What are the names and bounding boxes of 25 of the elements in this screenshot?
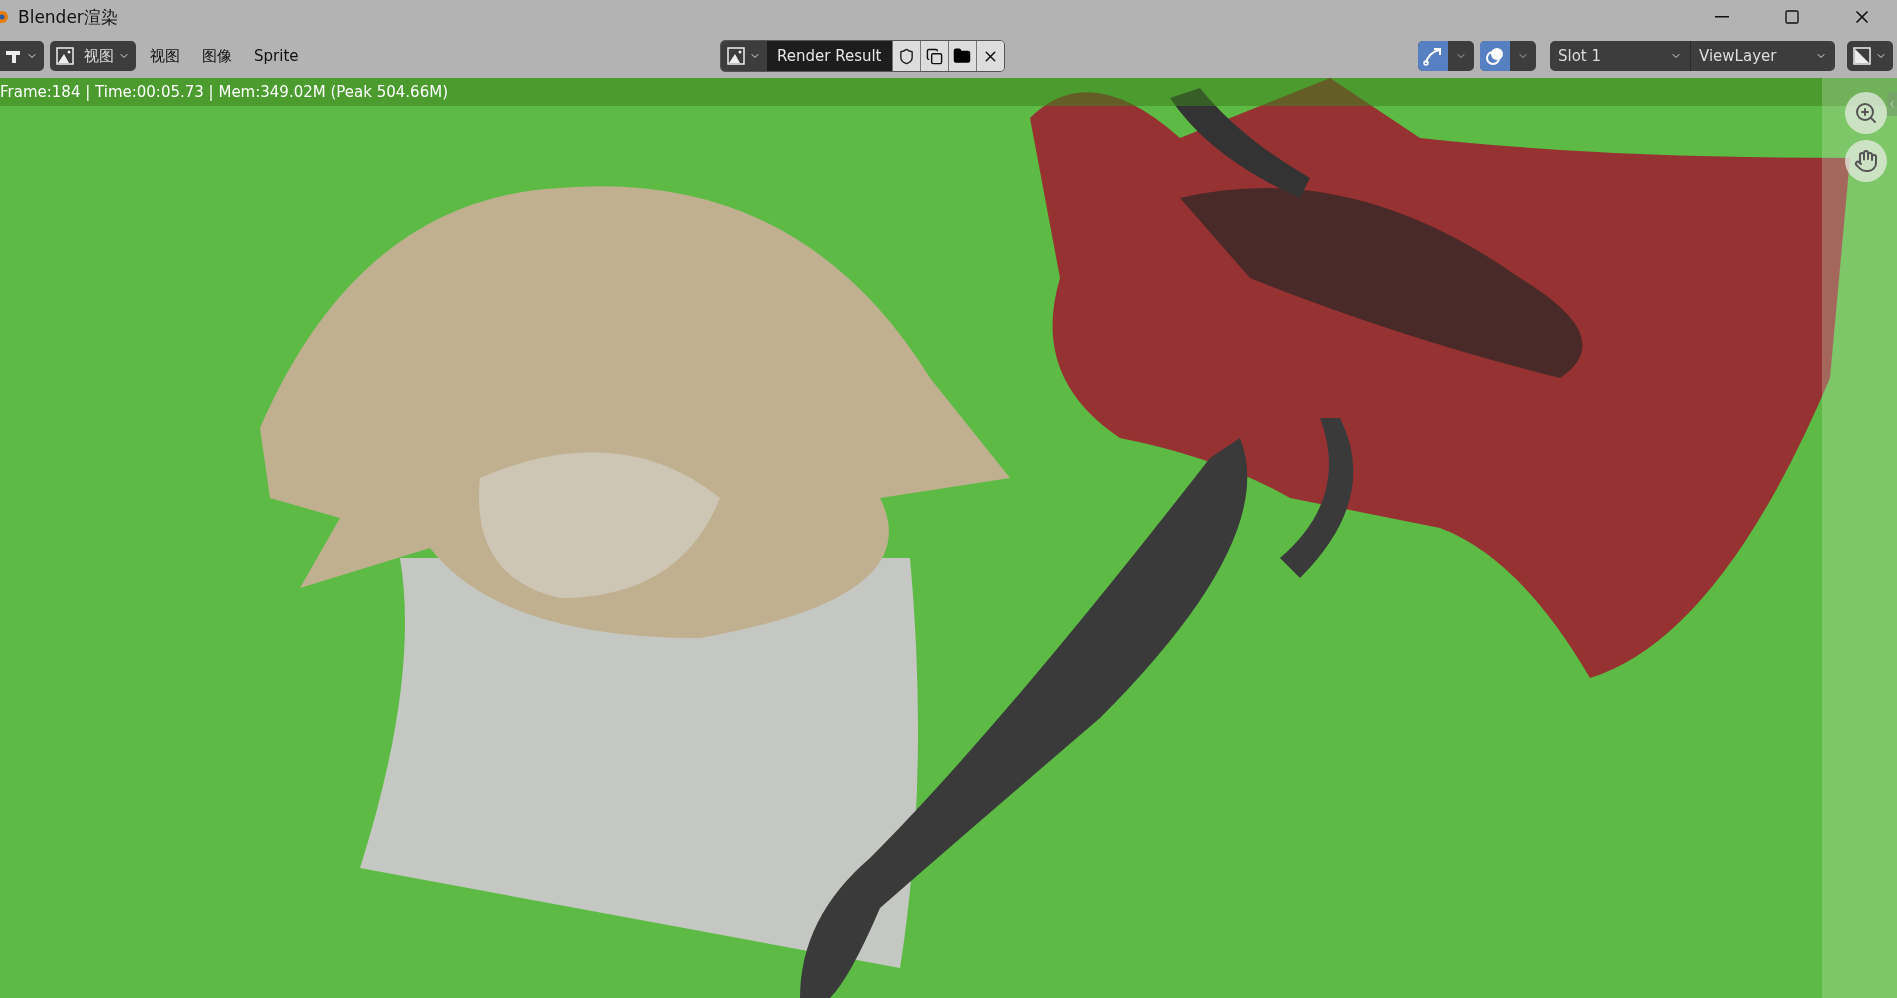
channels-icon (1853, 47, 1871, 65)
gizmo-toggle[interactable] (1418, 41, 1448, 71)
overlay-toggle[interactable] (1480, 41, 1510, 71)
render-stats-text: Frame:184 | Time:00:05.73 | Mem:349.02M (Peak 504.66M) (0, 83, 448, 101)
editor-type-button[interactable] (0, 41, 44, 71)
menu-item[interactable]: 视图 (142, 46, 188, 66)
window-title: Blender渲染 (18, 5, 118, 29)
display-channels-button[interactable] (1847, 41, 1893, 71)
hand-icon (1854, 149, 1878, 173)
slot-dropdown[interactable]: Slot 1 (1550, 41, 1690, 71)
overlay-icon (1485, 46, 1505, 66)
chevron-left-icon (1887, 99, 1897, 109)
overlay-dropdown[interactable] (1480, 41, 1536, 71)
view-layer-dropdown[interactable]: ViewLayer (1690, 41, 1835, 71)
zoom-icon (1854, 101, 1878, 125)
image-icon (56, 47, 74, 65)
gizmo-icon (1423, 46, 1443, 66)
view-mode-button[interactable]: 视图 (50, 41, 136, 71)
maximize-icon (1784, 9, 1800, 25)
gizmo-dropdown[interactable] (1418, 41, 1474, 71)
minimize-icon (1715, 16, 1729, 18)
editor-icon (6, 48, 22, 64)
menu-item[interactable]: 图像 (194, 46, 240, 66)
sidebar-toggle-tab[interactable] (1887, 92, 1897, 116)
menu-item[interactable]: Sprite (246, 47, 307, 65)
